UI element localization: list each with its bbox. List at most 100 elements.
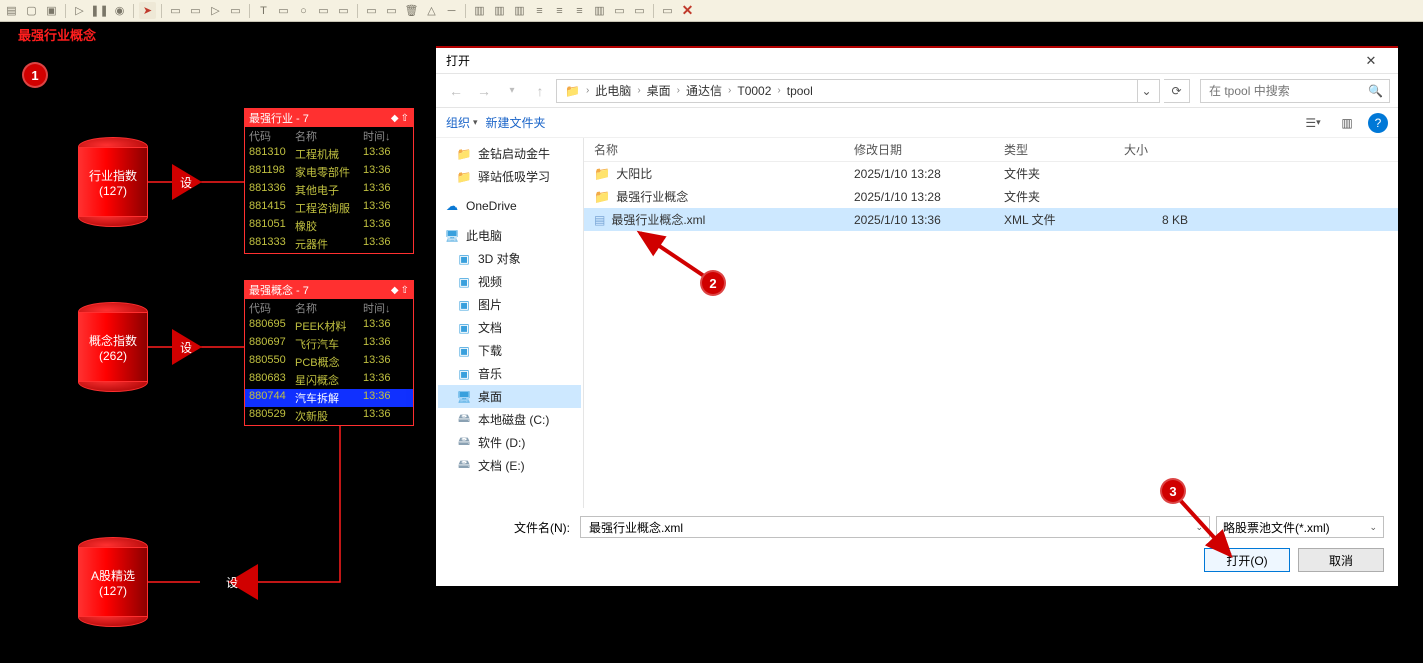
tree-item[interactable]: 🖴文档 (E:) [438,454,581,477]
search-box[interactable]: 🔍 [1200,79,1390,103]
node-astock[interactable]: A股精选(127) [78,537,148,627]
tree-item[interactable]: ▣3D 对象 [438,247,581,270]
breadcrumb[interactable]: 📁 › 此电脑› 桌面› 通达信› T0002› tpool ⌄ [556,79,1160,103]
view-mode-icon[interactable]: ☰ ▾ [1300,112,1326,134]
pin-icon: ⇧ [401,113,409,124]
tb-h2-icon[interactable]: ▭ [383,2,400,19]
tb-h5-icon[interactable]: ─ [443,2,460,19]
panel-top-industry[interactable]: 最强行业 - 7◆⇧ 代码名称时间↓ 881310工程机械13:36881198… [244,108,414,254]
nav-fwd-icon[interactable]: → [472,79,496,103]
tree-item[interactable]: 🖥桌面 [438,385,581,408]
refresh-icon[interactable]: ⟳ [1164,79,1190,103]
tree-item[interactable]: ▣图片 [438,293,581,316]
chevron-down-icon[interactable]: ⌄ [1195,522,1203,533]
tb-i4-icon[interactable]: ≡ [531,2,548,19]
organize-button[interactable]: 组织 ▾ [446,114,478,131]
tb-g8-icon[interactable]: ▭ [315,2,332,19]
dialog-close-button[interactable]: ✕ [1350,49,1392,73]
breadcrumb-seg[interactable]: tpool [783,84,817,98]
tb-g4-icon[interactable]: ▭ [227,2,244,19]
tree-item[interactable]: 🖴软件 (D:) [438,431,581,454]
tb-g3-icon[interactable]: ▷ [207,2,224,19]
cancel-button[interactable]: 取消 [1298,548,1384,572]
tb-g2-icon[interactable]: ▭ [187,2,204,19]
tb-i9-icon[interactable]: ▭ [631,2,648,19]
panel-top-concept[interactable]: 最强概念 - 7◆⇧ 代码名称时间↓ 880695PEEK材料13:368806… [244,280,414,426]
tb-i5-icon[interactable]: ≡ [551,2,568,19]
table-row[interactable]: 880550PCB概念13:36 [245,353,413,371]
tree-item[interactable]: ▣文档 [438,316,581,339]
tb-new-icon[interactable]: ▤ [3,2,20,19]
node-filter-2[interactable]: 设 [172,329,202,365]
breadcrumb-seg[interactable]: 通达信 [682,82,726,99]
tree-item[interactable]: ▣视频 [438,270,581,293]
filetype-filter[interactable]: 略股票池文件(*.xml)⌄ [1216,516,1384,538]
tb-h3-icon[interactable]: 🗑 [403,2,420,19]
help-icon[interactable]: ? [1368,113,1388,133]
tb-g6-icon[interactable]: ▭ [275,2,292,19]
table-row[interactable]: 881415工程咨询服13:36 [245,199,413,217]
file-row[interactable]: ▤ 最强行业概念.xml2025/1/10 13:36XML 文件8 KB [584,208,1398,231]
tree-item[interactable]: 📁驿站低吸学习 [438,165,581,188]
tree-item[interactable]: ☁OneDrive [438,196,581,216]
tb-j1-icon[interactable]: ▭ [659,2,676,19]
node-concept-index[interactable]: 概念指数(262) [78,302,148,392]
table-row[interactable]: 880529次新股13:36 [245,407,413,425]
tb-i6-icon[interactable]: ≡ [571,2,588,19]
tree-item[interactable]: ▣音乐 [438,362,581,385]
tree-item[interactable]: 🖴本地磁盘 (C:) [438,408,581,431]
table-row[interactable]: 880683星闪概念13:36 [245,371,413,389]
tb-i1-icon[interactable]: ▥ [471,2,488,19]
nav-recent-icon[interactable]: ▾ [500,79,524,103]
nav-up-icon[interactable]: ↑ [528,79,552,103]
tb-save-icon[interactable]: ▣ [43,2,60,19]
tb-i3-icon[interactable]: ▥ [511,2,528,19]
table-row[interactable]: 881333元器件13:36 [245,235,413,253]
table-row[interactable]: 881198家电零部件13:36 [245,163,413,181]
folder-tree[interactable]: 📁金钻启动金牛📁驿站低吸学习☁OneDrive🖥此电脑▣3D 对象▣视频▣图片▣… [436,138,584,508]
table-row[interactable]: 880697飞行汽车13:36 [245,335,413,353]
open-button[interactable]: 打开(O) [1204,548,1290,572]
nav-back-icon[interactable]: ← [444,79,468,103]
tb-open-icon[interactable]: ▢ [23,2,40,19]
table-row[interactable]: 881310工程机械13:36 [245,145,413,163]
filename-input[interactable] [587,519,1195,535]
tb-g1-icon[interactable]: ▭ [167,2,184,19]
preview-pane-icon[interactable]: ▥ [1334,112,1360,134]
filename-field[interactable]: ⌄ [580,516,1210,538]
tb-play-icon[interactable]: ▷ [71,2,88,19]
file-list-header[interactable]: 名称 修改日期 类型 大小 [584,138,1398,162]
table-row[interactable]: 881336其他电子13:36 [245,181,413,199]
tb-h4-icon[interactable]: △ [423,2,440,19]
search-input[interactable] [1207,83,1368,99]
tb-h1-icon[interactable]: ▭ [363,2,380,19]
tb-i8-icon[interactable]: ▭ [611,2,628,19]
tb-pointer-icon[interactable]: ➤ [139,2,156,19]
table-row[interactable]: 880744汽车拆解13:36 [245,389,413,407]
tb-i2-icon[interactable]: ▥ [491,2,508,19]
tb-pause-icon[interactable]: ❚❚ [91,2,108,19]
breadcrumb-seg[interactable]: 此电脑 [591,82,635,99]
file-list[interactable]: 名称 修改日期 类型 大小 📁 大阳比2025/1/10 13:28文件夹📁 最… [584,138,1398,508]
file-row[interactable]: 📁 大阳比2025/1/10 13:28文件夹 [584,162,1398,185]
table-row[interactable]: 881051橡胶13:36 [245,217,413,235]
tb-close-icon[interactable]: ✕ [679,2,696,19]
tree-item[interactable]: 📁金钻启动金牛 [438,142,581,165]
dialog-footer: 文件名(N): ⌄ 略股票池文件(*.xml)⌄ 打开(O) 取消 [436,508,1398,586]
breadcrumb-dropdown-icon[interactable]: ⌄ [1137,80,1155,102]
breadcrumb-seg[interactable]: T0002 [733,84,775,98]
new-folder-button[interactable]: 新建文件夹 [486,114,546,131]
tree-item[interactable]: 🖥此电脑 [438,224,581,247]
file-row[interactable]: 📁 最强行业概念2025/1/10 13:28文件夹 [584,185,1398,208]
node-filter-3[interactable]: 设 [228,564,258,600]
tb-i7-icon[interactable]: ▥ [591,2,608,19]
breadcrumb-seg[interactable]: 桌面 [643,82,675,99]
tb-stop-icon[interactable]: ◉ [111,2,128,19]
tb-g5-icon[interactable]: T [255,2,272,19]
tb-g7-icon[interactable]: ○ [295,2,312,19]
table-row[interactable]: 880695PEEK材料13:36 [245,317,413,335]
node-industry-index[interactable]: 行业指数(127) [78,137,148,227]
tb-g9-icon[interactable]: ▭ [335,2,352,19]
node-filter-1[interactable]: 设 [172,164,202,200]
tree-item[interactable]: ▣下载 [438,339,581,362]
